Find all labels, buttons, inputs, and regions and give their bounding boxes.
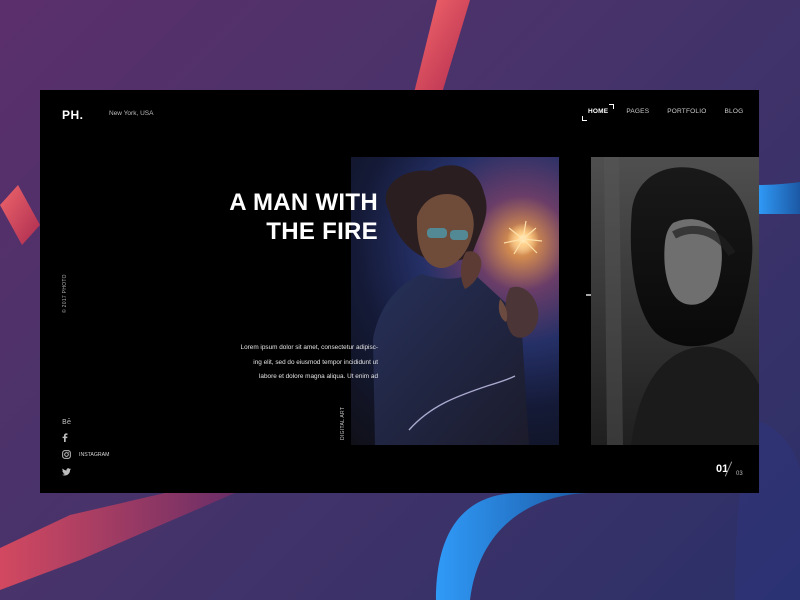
nav-item-label: HOME [588,108,609,115]
nav-item-label: PAGES [626,108,650,115]
hero-description: Lorem ipsum dolor sit amet, consectetur … [232,341,378,385]
portrait-photo-illustration [604,157,759,445]
social-link-behance[interactable]: Bē [62,412,109,429]
total-slide-number: 03 [736,471,743,477]
nav-item-pages[interactable]: PAGES [626,108,649,115]
social-link-twitter[interactable] [62,463,109,480]
hero-title-line: A MAN WITH [229,189,378,216]
nav-item-label: BLOG [724,108,744,115]
hero-image [351,157,559,445]
hero-photo-illustration [373,165,543,445]
social-link-facebook[interactable] [62,429,109,446]
hero-description-line: ing elit, sed do eiusmod tempor incididu… [253,358,378,366]
category-vertical-label: DIGITAL ART [340,406,346,440]
main-nav: HOME PAGES PORTFOLIO BLOG [582,104,759,121]
facebook-icon [62,433,68,442]
behance-icon: Bē [62,418,71,425]
twitter-icon [62,467,71,476]
nav-item-label: PORTFOLIO [667,108,707,115]
slide-pager: 01 03 [716,461,743,477]
hero-description-line: Lorem ipsum dolor sit amet, consectetur … [240,344,378,351]
hero-title: A MAN WITH THE FIRE [182,188,378,246]
secondary-image[interactable] [591,157,759,445]
instagram-label: INSTAGRAM [79,451,110,458]
copyright-vertical: © 2017 PHOTO [62,274,68,313]
hero-title-line: THE FIRE [266,218,378,245]
hero-description-line: labore et dolore magna aliqua. Ut enim a… [258,373,378,380]
location-label: New York, USA [109,110,154,117]
social-links: Bē INSTAGRAM [62,412,109,480]
website-panel: PH. New York, USA HOME PAGES PORTFOLIO B… [40,90,759,493]
instagram-icon [62,450,71,459]
active-bracket-icon [582,116,587,121]
active-bracket-icon [609,104,615,109]
social-link-instagram[interactable]: INSTAGRAM [62,446,109,463]
nav-item-portfolio[interactable]: PORTFOLIO [667,108,706,115]
nav-item-home[interactable]: HOME [582,104,615,121]
nav-item-blog[interactable]: BLOG [724,108,743,115]
site-logo[interactable]: PH. [62,108,84,122]
svg-text:Bē: Bē [62,418,71,425]
